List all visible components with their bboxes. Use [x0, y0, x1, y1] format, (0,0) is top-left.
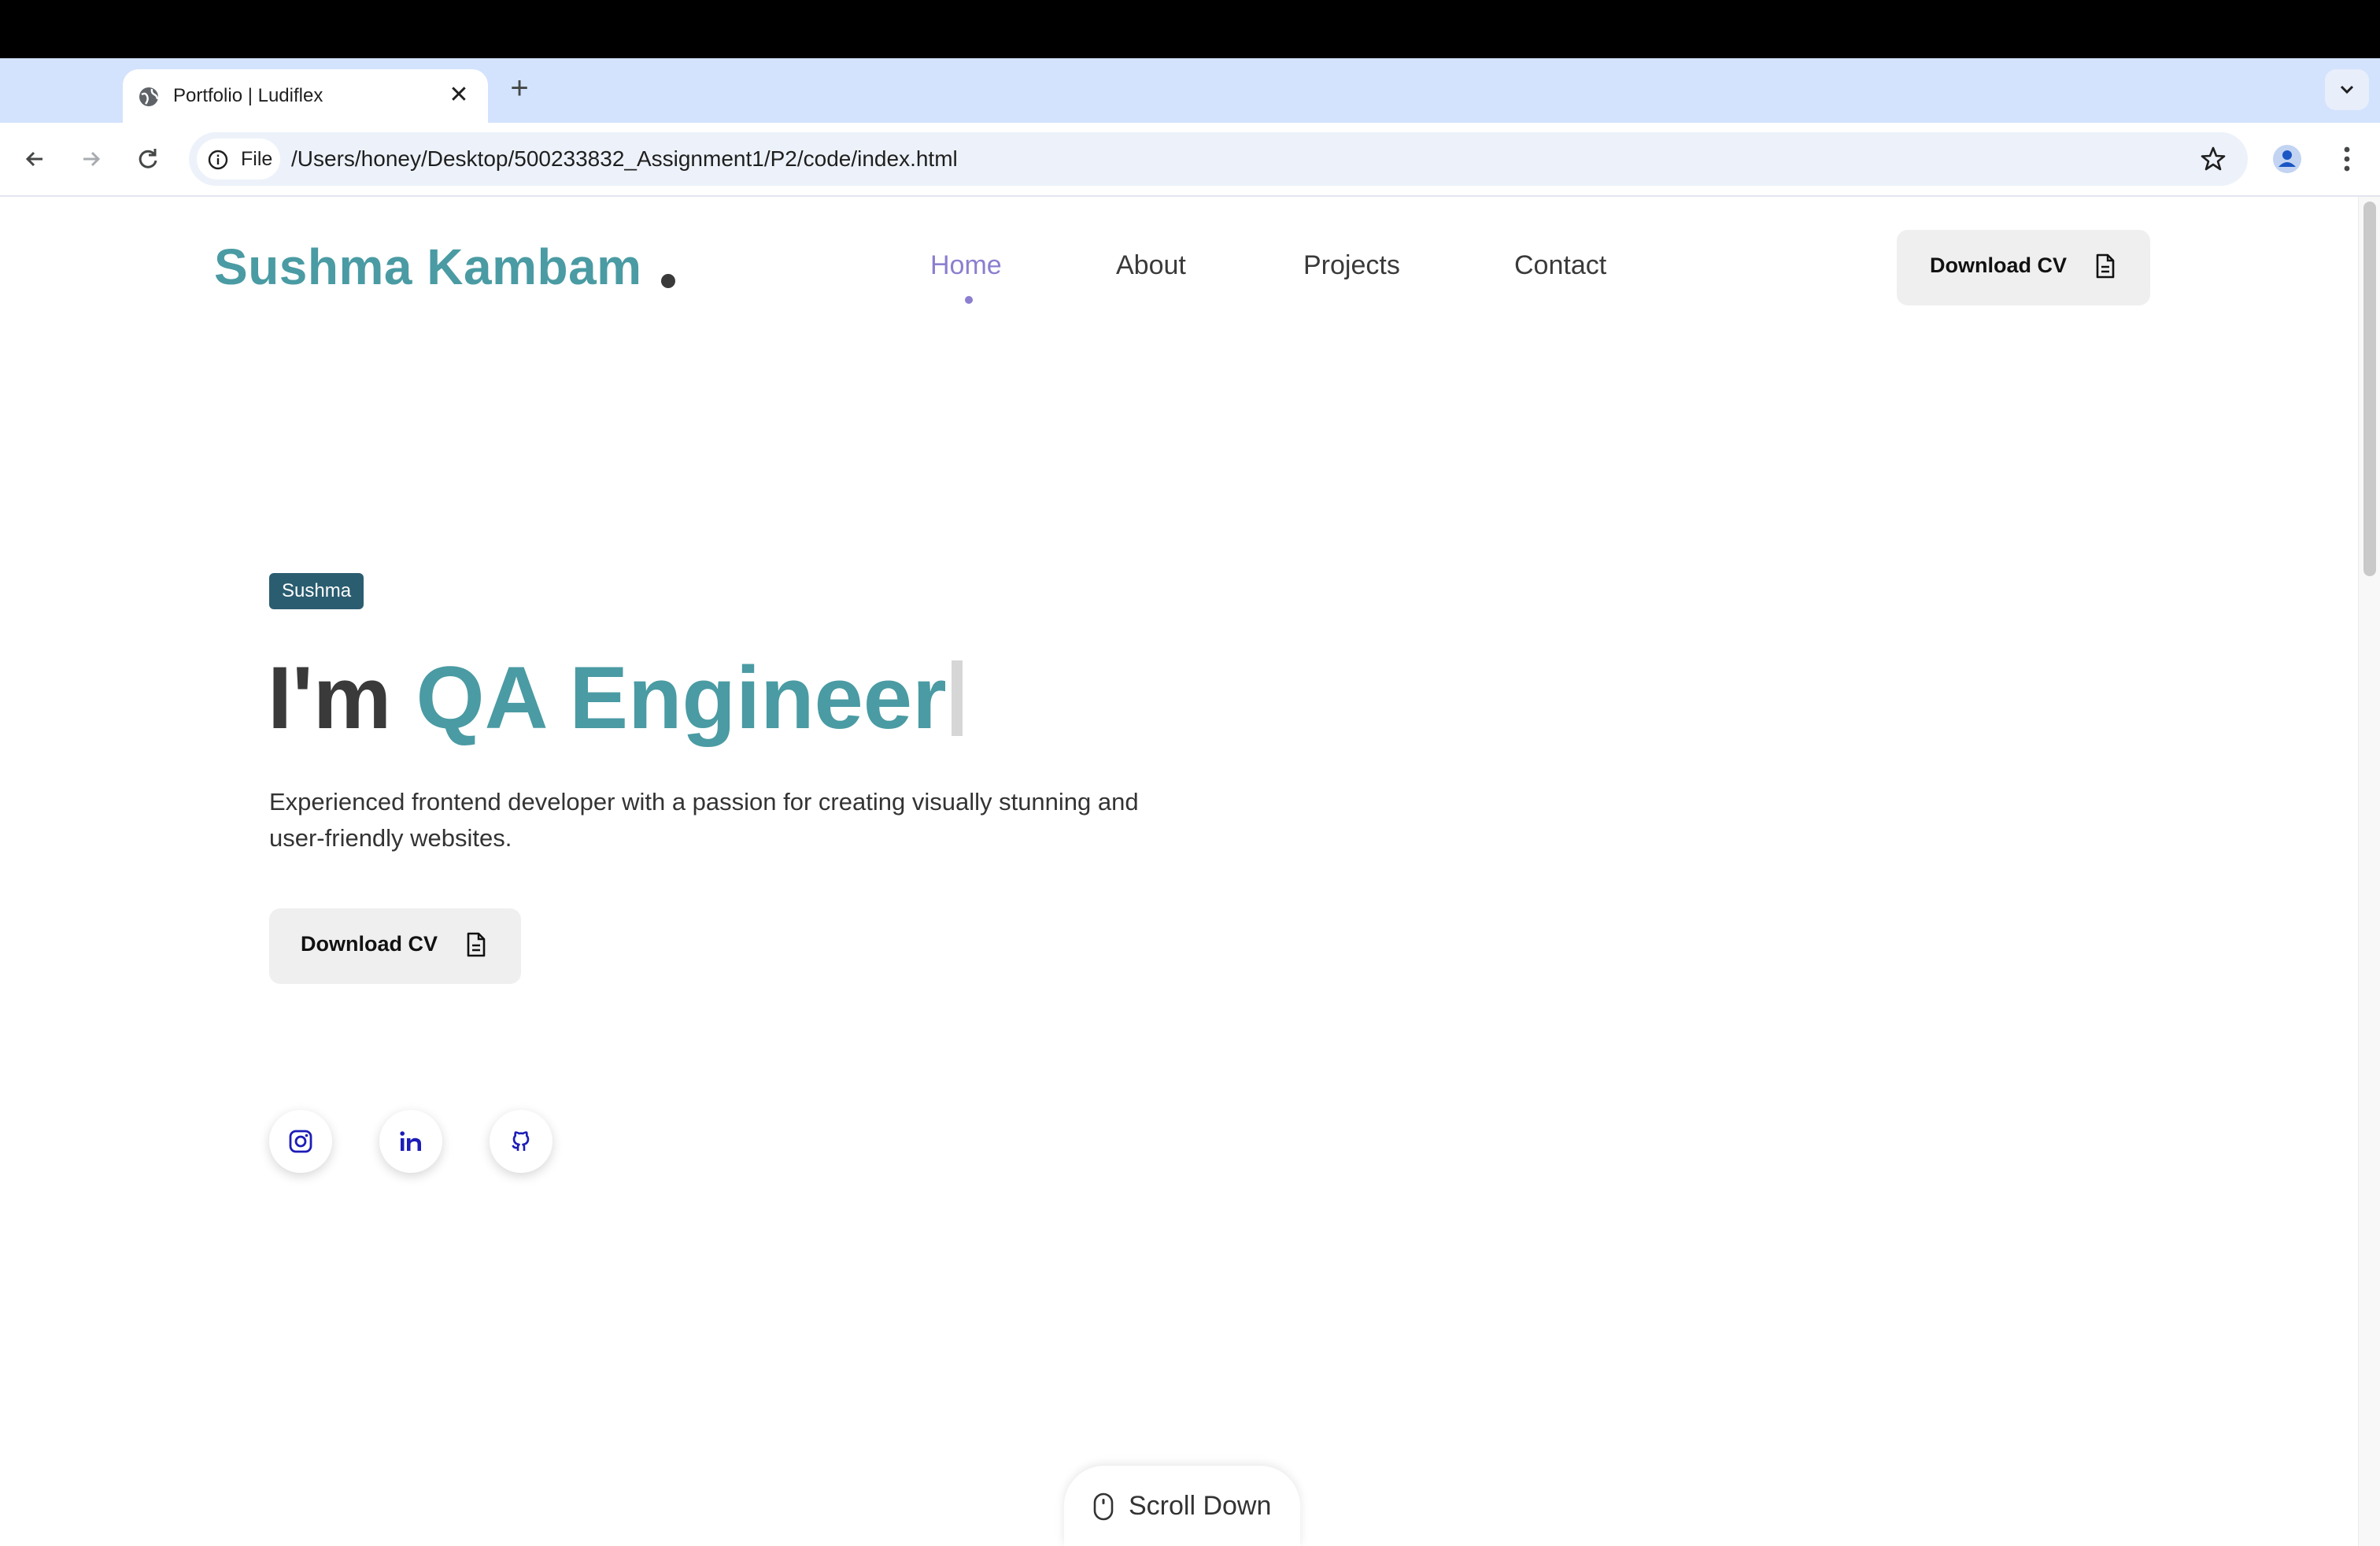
mouse-icon [1093, 1492, 1114, 1521]
document-icon [2096, 253, 2115, 279]
nav-contact[interactable]: Contact [1514, 250, 1606, 281]
github-link[interactable] [490, 1110, 552, 1173]
tab-title: Portfolio | Ludiflex [173, 85, 323, 106]
linkedin-link[interactable] [379, 1110, 442, 1173]
back-icon [25, 151, 42, 167]
back-button[interactable] [16, 140, 54, 178]
globe-icon [137, 85, 161, 109]
site-chip-label: File [241, 148, 273, 170]
instagram-icon [289, 1130, 312, 1153]
nav-active-indicator [965, 296, 973, 304]
chevron-down-icon [2340, 85, 2354, 94]
address-bar[interactable]: File /Users/honey/Desktop/500233832_Assi… [189, 132, 2248, 186]
new-tab-button[interactable]: + [504, 71, 535, 105]
screen-top-bar [0, 0, 2380, 58]
scroll-down-button[interactable]: Scroll Down [1064, 1466, 1300, 1546]
bookmark-button[interactable] [2196, 142, 2230, 176]
nav-home[interactable]: Home [930, 250, 1002, 281]
url-text[interactable]: /Users/honey/Desktop/500233832_Assignmen… [291, 146, 958, 172]
typing-cursor [951, 660, 963, 736]
header-download-cv-button[interactable]: Download CV [1897, 230, 2150, 305]
browser-tab[interactable]: Portfolio | Ludiflex ✕ [123, 69, 488, 123]
headline-role: QA Engineer [416, 649, 947, 747]
star-icon [2201, 146, 2226, 171]
reload-button[interactable] [129, 140, 167, 178]
tab-strip: Portfolio | Ludiflex ✕ + [0, 58, 2380, 123]
profile-icon [2273, 145, 2301, 173]
forward-button[interactable] [72, 140, 110, 178]
headline-prefix: I'm [268, 649, 392, 747]
reload-icon [139, 149, 157, 168]
info-icon [208, 150, 228, 170]
site-logo[interactable]: Sushma Kambam [214, 238, 642, 296]
site-info-chip[interactable]: File [197, 139, 280, 179]
nav-projects[interactable]: Projects [1303, 250, 1400, 281]
hero-badge: Sushma [269, 573, 364, 609]
profile-button[interactable] [2268, 140, 2306, 178]
tab-close-icon[interactable]: ✕ [445, 82, 472, 109]
hero-headline: I'm QA Engineer [268, 645, 963, 751]
instagram-link[interactable] [269, 1110, 332, 1173]
page-viewport: Sushma Kambam Home About Projects Contac… [0, 197, 2358, 1546]
browser-toolbar: File /Users/honey/Desktop/500233832_Assi… [0, 123, 2380, 197]
document-icon [467, 932, 486, 957]
tab-search-button[interactable] [2325, 69, 2369, 110]
github-icon [512, 1131, 530, 1151]
hero-download-cv-button[interactable]: Download CV [269, 908, 521, 984]
header-download-cv-label: Download CV [1930, 253, 2067, 277]
nav-about[interactable]: About [1116, 250, 1186, 281]
hero-description: Experienced frontend developer with a pa… [269, 788, 1139, 852]
forward-icon [83, 151, 101, 167]
logo-dot [661, 274, 675, 288]
scrollbar-thumb[interactable] [2363, 202, 2376, 576]
scroll-down-label: Scroll Down [1129, 1491, 1272, 1521]
kebab-menu-icon [2344, 146, 2350, 172]
hero-download-cv-label: Download CV [301, 932, 438, 956]
page-scrollbar[interactable] [2358, 197, 2380, 1546]
linkedin-icon [400, 1131, 421, 1151]
browser-menu-button[interactable] [2331, 140, 2363, 178]
